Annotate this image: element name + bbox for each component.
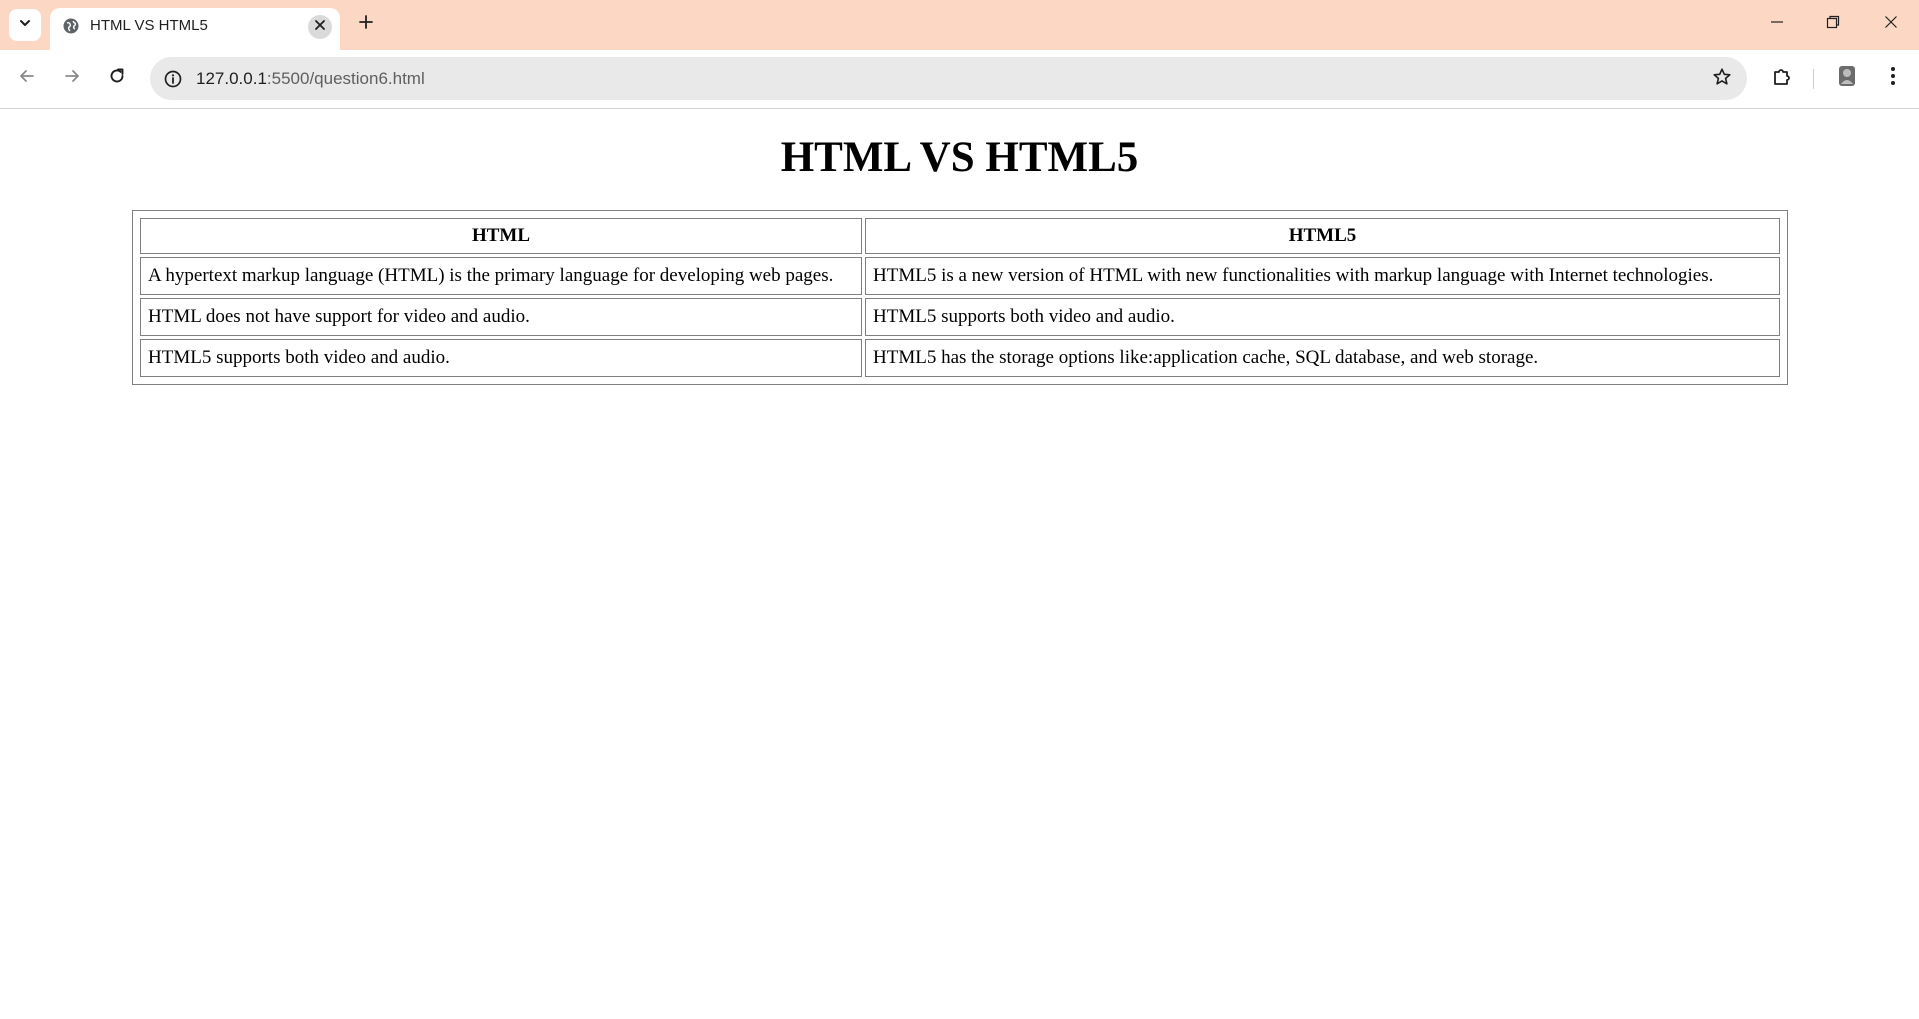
browser-menu-button[interactable]: [1876, 61, 1910, 95]
forward-button[interactable]: [55, 61, 89, 95]
comparison-table: HTML HTML5 A hypertext markup language (…: [132, 210, 1788, 385]
tab-strip: HTML VS HTML5: [0, 0, 1919, 50]
tab-close-button[interactable]: [308, 15, 332, 39]
table-row: HTML5 supports both video and audio. HTM…: [140, 339, 1780, 377]
table-cell: HTML does not have support for video and…: [140, 298, 862, 336]
restore-icon: [1826, 15, 1840, 34]
column-header: HTML: [140, 218, 862, 254]
plus-icon: [358, 14, 374, 35]
url-host: 127.0.0.1: [196, 69, 267, 88]
close-window-button[interactable]: [1869, 6, 1913, 42]
restore-button[interactable]: [1811, 6, 1855, 42]
close-icon: [314, 18, 326, 36]
address-bar[interactable]: 127.0.0.1:5500/question6.html: [150, 57, 1747, 100]
minimize-icon: [1770, 15, 1784, 34]
tab-title: HTML VS HTML5: [90, 17, 208, 34]
tab-search-button[interactable]: [9, 9, 41, 41]
back-arrow-icon: [18, 67, 36, 90]
puzzle-icon: [1771, 65, 1793, 92]
kebab-menu-icon: [1890, 66, 1896, 91]
profile-icon: [1836, 64, 1858, 93]
table-cell: HTML5 has the storage options like:appli…: [865, 339, 1780, 377]
browser-toolbar: 127.0.0.1:5500/question6.html: [0, 50, 1919, 109]
table-row: A hypertext markup language (HTML) is th…: [140, 257, 1780, 295]
table-cell: HTML5 supports both video and audio.: [140, 339, 862, 377]
table-row: HTML does not have support for video and…: [140, 298, 1780, 336]
close-icon: [1884, 15, 1898, 34]
table-cell: HTML5 is a new version of HTML with new …: [865, 257, 1780, 295]
extensions-button[interactable]: [1765, 61, 1799, 95]
table-cell: HTML5 supports both video and audio.: [865, 298, 1780, 336]
profile-button[interactable]: [1830, 61, 1864, 95]
chevron-down-icon: [18, 16, 32, 35]
bookmark-button[interactable]: [1709, 66, 1735, 92]
table-header-row: HTML HTML5: [140, 218, 1780, 254]
column-header: HTML5: [865, 218, 1780, 254]
forward-arrow-icon: [63, 67, 81, 90]
table-cell: A hypertext markup language (HTML) is th…: [140, 257, 862, 295]
new-tab-button[interactable]: [351, 9, 381, 39]
reload-button[interactable]: [100, 61, 134, 95]
star-icon: [1712, 67, 1732, 92]
browser-tab[interactable]: HTML VS HTML5: [50, 8, 340, 50]
page-title: HTML VS HTML5: [780, 134, 1139, 181]
reload-icon: [108, 67, 126, 90]
globe-icon: [62, 17, 80, 35]
url-path: :5500/question6.html: [266, 69, 425, 88]
minimize-button[interactable]: [1755, 6, 1799, 42]
info-icon[interactable]: [162, 68, 184, 90]
back-button[interactable]: [10, 61, 44, 95]
url-text[interactable]: 127.0.0.1:5500/question6.html: [196, 68, 425, 90]
toolbar-divider: [1813, 69, 1814, 89]
page-content: HTML VS HTML5 HTML HTML5 A hypertext mar…: [0, 109, 1919, 1019]
